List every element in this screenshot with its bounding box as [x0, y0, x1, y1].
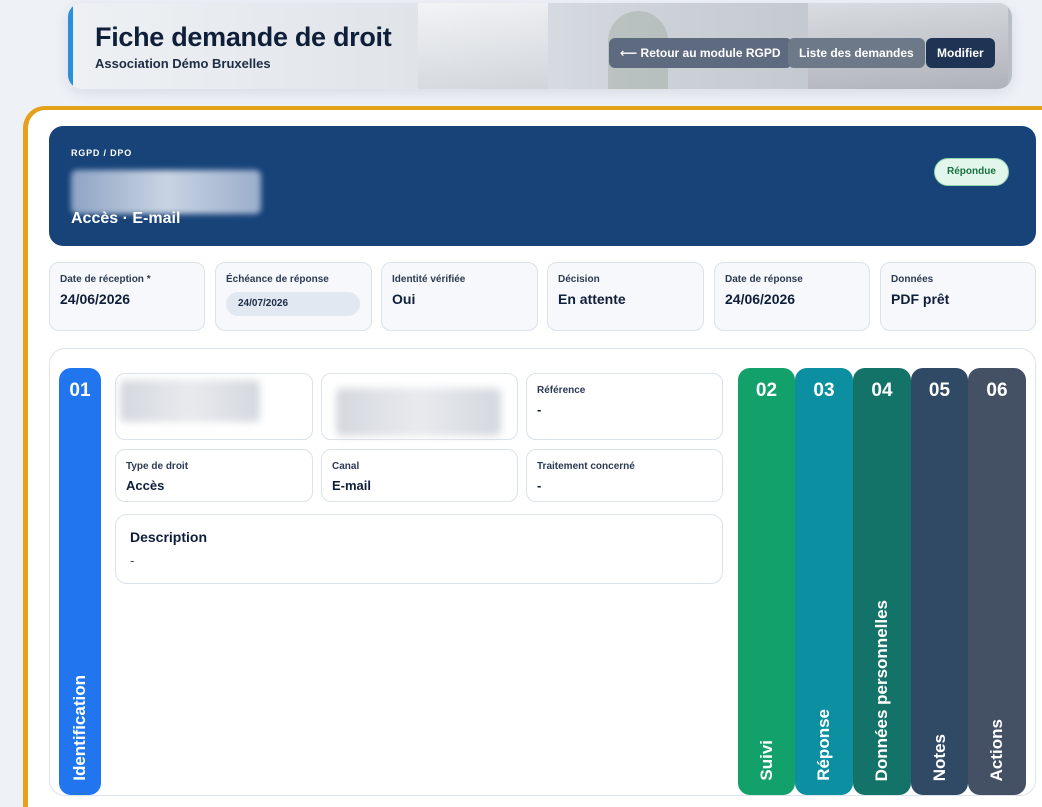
redacted-value	[120, 380, 260, 422]
metric-label: Date de réception *	[60, 274, 151, 285]
page-title: Fiche demande de droit	[95, 22, 392, 52]
description-title: Description	[130, 529, 208, 545]
metric-value: Oui	[392, 291, 416, 307]
organization-name: Association Démo Bruxelles	[95, 56, 271, 71]
tab-reponse[interactable]: 03 Réponse	[795, 368, 853, 795]
metric-label: Échéance de réponse	[226, 274, 329, 285]
request-list-button[interactable]: Liste des demandes	[788, 38, 925, 68]
back-to-rgpd-button[interactable]: ⟵ Retour au module RGPD	[609, 38, 792, 68]
request-type-line: Accès · E-mail	[71, 210, 181, 227]
field-value: -	[537, 402, 542, 417]
tab-label: Suivi	[756, 740, 776, 781]
status-badge: Répondue	[934, 158, 1009, 186]
metric-response-deadline[interactable]: Échéance de réponse 24/07/2026	[215, 262, 372, 331]
field-value: E-mail	[332, 478, 372, 493]
field-label: Canal	[332, 461, 360, 472]
metric-data[interactable]: Données PDF prêt	[880, 262, 1036, 331]
tab-number: 06	[986, 380, 1008, 401]
tab-label: Actions	[987, 718, 1006, 781]
tab-number: 01	[69, 380, 91, 401]
page-header: Fiche demande de droit Association Démo …	[68, 3, 1012, 89]
redacted-value	[336, 388, 501, 436]
description-box: Description -	[115, 514, 723, 584]
field-reference: Référence -	[526, 373, 723, 440]
metric-value: 24/06/2026	[60, 291, 131, 307]
metric-label: Date de réponse	[725, 274, 803, 285]
tab-suivi[interactable]: 02 Suivi	[738, 368, 795, 795]
tab-label: Réponse	[814, 709, 833, 781]
metric-label: Décision	[558, 274, 600, 285]
banner-tag: RGPD / DPO	[71, 148, 133, 158]
field-value: -	[537, 478, 542, 493]
field-right-type: Type de droit Accès	[115, 449, 313, 502]
field-channel: Canal E-mail	[321, 449, 518, 502]
tab-number: 02	[755, 380, 778, 401]
field-label: Type de droit	[126, 461, 189, 472]
deadline-pill: 24/07/2026	[226, 292, 360, 316]
tab-number: 05	[928, 380, 951, 401]
metric-label: Identité vérifiée	[392, 274, 466, 285]
metric-identity-verified[interactable]: Identité vérifiée Oui	[381, 262, 538, 331]
metric-value: PDF prêt	[891, 291, 950, 307]
tab-number: 03	[813, 380, 835, 401]
field-value: Accès	[126, 478, 165, 493]
description-text: -	[130, 553, 135, 568]
metric-value: 24/06/2026	[725, 291, 796, 307]
metric-value: En attente	[558, 291, 626, 307]
header-background-image	[418, 3, 548, 89]
field-processing: Traitement concerné -	[526, 449, 723, 502]
tab-notes[interactable]: 05 Notes	[911, 368, 968, 795]
field-label: Référence	[537, 385, 586, 396]
tab-number: 04	[871, 380, 893, 401]
tab-label: Données personnelles	[872, 599, 891, 781]
tab-donnees-personnelles[interactable]: 04 Données personnelles	[853, 368, 911, 795]
tab-identification[interactable]: 01 Identification	[59, 368, 101, 795]
field-label: Traitement concerné	[537, 461, 635, 472]
metric-reception-date[interactable]: Date de réception * 24/06/2026	[49, 262, 205, 331]
tab-label: Notes	[929, 733, 949, 781]
request-banner: RGPD / DPO Accès · E-mail Répondue	[49, 126, 1036, 246]
tab-label: Identification	[70, 675, 89, 781]
tab-actions[interactable]: 06 Actions	[968, 368, 1026, 795]
field-email	[321, 373, 518, 440]
redacted-requester-name	[71, 170, 261, 214]
edit-button[interactable]: Modifier	[926, 38, 995, 68]
metric-response-date[interactable]: Date de réponse 24/06/2026	[714, 262, 870, 331]
metric-decision[interactable]: Décision En attente	[547, 262, 704, 331]
metric-label: Données	[891, 274, 934, 285]
field-requester-name	[115, 373, 313, 440]
